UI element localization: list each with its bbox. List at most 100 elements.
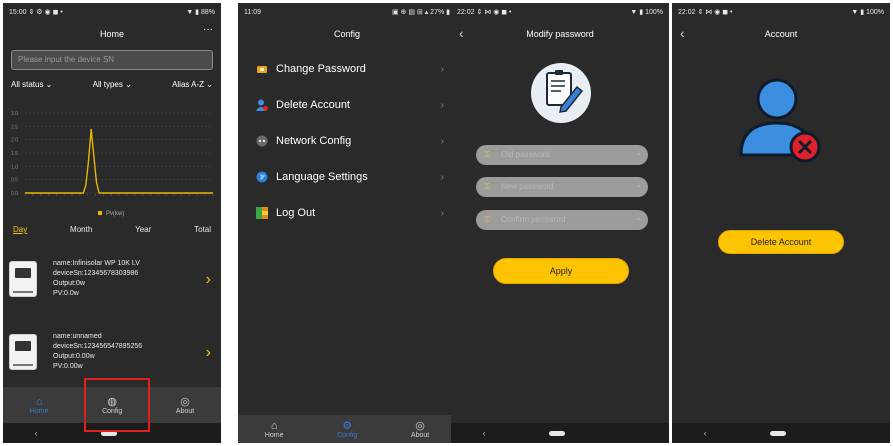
menu-item-change-password[interactable]: Change Password › [238, 51, 456, 87]
tab-about[interactable]: ◎ About [176, 396, 194, 415]
menu-item-delete-account[interactable]: Delete Account › [238, 87, 456, 123]
period-month[interactable]: Month [70, 225, 92, 234]
delete-account-button[interactable]: Delete Account [718, 230, 844, 254]
config-menu: Change Password › Delete Account › Network… [238, 51, 456, 231]
bottom-tab-bar: ⌂ Home ⚙ Config ◎ About [238, 415, 456, 443]
page-title: Account [764, 29, 798, 39]
info-icon: ◎ [415, 419, 425, 432]
chevron-right-icon: › [440, 63, 444, 75]
config-screen: 11:09 ▣ ⊕ ▤ ⊞ ▴ 27% ▮ Config Change Pass… [238, 3, 456, 443]
tab-config[interactable]: ⚙ Config [337, 420, 357, 439]
period-year[interactable]: Year [135, 225, 151, 234]
search-input[interactable]: Please input the device SN [11, 50, 213, 70]
info-icon: ◎ [180, 395, 190, 408]
tab-label: About [175, 407, 195, 415]
filter-type-dropdown[interactable]: All types ⌄ [93, 80, 132, 89]
menu-item-log-out[interactable]: Log Out › [238, 195, 456, 231]
device-card[interactable]: name:Infinisolar WP 10K LV deviceSn:1234… [3, 253, 221, 329]
y-tick-label: 2.5 [11, 124, 18, 130]
more-icon[interactable]: ··· [203, 24, 213, 35]
new-password-field[interactable]: ⚿ New password ◓ [476, 177, 648, 197]
page-title: Modify password [526, 29, 594, 39]
eye-icon[interactable]: ◓ [636, 145, 641, 165]
period-total[interactable]: Total [194, 225, 211, 234]
logout-icon [254, 206, 270, 220]
device-output: Output:0w [53, 280, 85, 287]
highlight-box [84, 378, 150, 432]
tab-home[interactable]: ⌂ Home [30, 396, 49, 415]
legend-label: Pv(kw) [106, 211, 124, 217]
y-tick-label: 1.0 [11, 164, 18, 170]
status-icons: ▣ ⊕ ▤ ⊞ ▴ 27% ▮ [391, 9, 450, 16]
menu-item-label: Delete Account [276, 99, 350, 111]
y-tick-label: 2.0 [11, 138, 18, 144]
tab-home[interactable]: ⌂ Home [265, 420, 284, 439]
device-pv: PV:0.0w [53, 290, 79, 297]
sort-dropdown[interactable]: Alias A-Z ⌄ [172, 80, 213, 89]
status-time: 11:09 [244, 8, 261, 16]
nav-home-pill[interactable] [548, 430, 565, 436]
modify-password-screen: 22:02 ⇕ ⋈ ◉ ◼ • ▼ ▮ 100% ‹ Modify passwo… [451, 3, 669, 443]
device-pv: PV:0.00w [53, 363, 83, 370]
home-icon: ⌂ [35, 395, 43, 408]
status-battery: ▼ ▮ 100% [630, 9, 663, 16]
home-icon: ⌂ [270, 419, 278, 432]
field-placeholder: Old password [501, 150, 550, 159]
tab-about[interactable]: ◎ About [411, 420, 429, 439]
back-arrow-icon[interactable]: ‹ [459, 25, 464, 41]
chevron-right-icon: › [440, 207, 444, 219]
status-time: 15:00 [9, 9, 27, 16]
system-nav-bar: ‹ [672, 423, 890, 443]
menu-item-network-config[interactable]: Network Config › [238, 123, 456, 159]
chevron-right-icon: › [440, 135, 444, 147]
eye-icon[interactable]: ◓ [636, 177, 641, 197]
back-arrow-icon[interactable]: ‹ [680, 25, 685, 41]
header: ‹ Account [672, 21, 890, 47]
status-battery: ▼ ▮ 88% [186, 9, 215, 16]
menu-item-language-settings[interactable]: Language Settings › [238, 159, 456, 195]
nav-home-pill[interactable] [769, 430, 786, 436]
status-battery: ▼ ▮ 100% [851, 9, 884, 16]
tab-label: About [410, 431, 430, 439]
status-time: 22:02 [457, 9, 475, 16]
device-sn: deviceSn:123456547895256 [53, 343, 143, 350]
field-placeholder: Confirm password [501, 215, 566, 224]
user-delete-icon [739, 78, 821, 163]
inverter-icon [9, 261, 37, 297]
header: Home ··· [3, 21, 221, 47]
field-placeholder: New password [501, 182, 554, 191]
chevron-right-icon[interactable]: › [206, 344, 211, 362]
globe-icon [254, 170, 270, 184]
y-tick-label: 1.5 [11, 151, 18, 157]
home-screen: 15:00 ⇕ ⚙ ◉ ◼ • ▼ ▮ 88% Home ··· Please … [3, 3, 221, 443]
old-password-field[interactable]: ⚿ Old password ◓ [476, 145, 648, 165]
status-bar: 22:02 ⇕ ⋈ ◉ ◼ • ▼ ▮ 100% [672, 3, 890, 21]
network-icon [254, 134, 270, 148]
chevron-right-icon[interactable]: › [206, 271, 211, 289]
legend-marker [98, 211, 102, 215]
confirm-password-field[interactable]: ⚿ Confirm password ◓ [476, 210, 648, 230]
nav-back-icon[interactable]: ‹ [35, 428, 38, 438]
header: Config [238, 21, 456, 47]
filter-status-dropdown[interactable]: All status ⌄ [11, 80, 52, 89]
status-icons: ⇕ ⋈ ◉ ◼ • [697, 9, 733, 16]
status-bar: 22:02 ⇕ ⋈ ◉ ◼ • ▼ ▮ 100% [451, 3, 669, 21]
chevron-right-icon: › [440, 99, 444, 111]
key-icon: ⚿ [484, 150, 491, 159]
system-nav-bar: ‹ [451, 423, 669, 443]
nav-back-icon[interactable]: ‹ [483, 428, 486, 438]
menu-item-label: Network Config [276, 135, 352, 147]
nav-back-icon[interactable]: ‹ [704, 428, 707, 438]
menu-item-label: Log Out [276, 207, 316, 219]
period-day[interactable]: Day [13, 225, 27, 234]
account-screen: 22:02 ⇕ ⋈ ◉ ◼ • ▼ ▮ 100% ‹ Account Delet… [672, 3, 890, 443]
status-bar: 11:09 ▣ ⊕ ▤ ⊞ ▴ 27% ▮ [238, 3, 456, 21]
user-delete-icon [254, 98, 270, 112]
key-icon: ⚿ [484, 215, 491, 224]
y-tick-label: 0.5 [11, 178, 18, 184]
key-icon: ⚿ [484, 182, 491, 191]
apply-button[interactable]: Apply [493, 258, 629, 284]
eye-icon[interactable]: ◓ [636, 210, 641, 230]
tab-label: Home [264, 431, 284, 439]
menu-item-label: Change Password [276, 63, 366, 75]
